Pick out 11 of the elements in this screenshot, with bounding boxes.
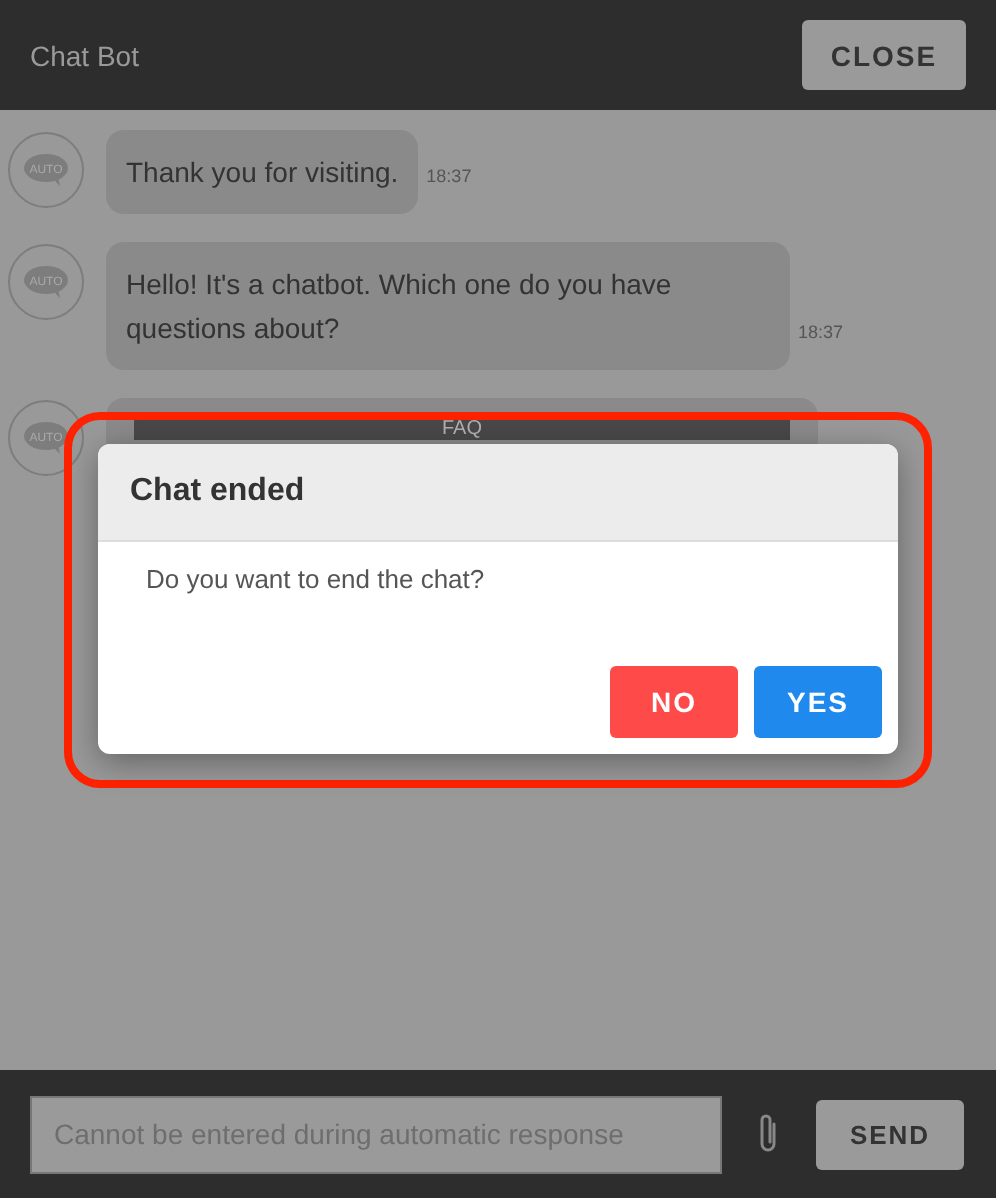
- message-time: 18:37: [426, 166, 472, 186]
- paperclip-icon[interactable]: [756, 1112, 780, 1156]
- message-text: Hello! It's a chatbot. Which one do you have questions about?: [106, 242, 790, 370]
- window-title: Chat Bot: [30, 39, 139, 71]
- message-time: 18:37: [798, 322, 844, 342]
- no-button[interactable]: NO: [610, 666, 738, 738]
- yes-button[interactable]: YES: [754, 666, 882, 738]
- dialog-message: Do you want to end the chat?: [144, 562, 487, 598]
- dialog-title: Chat ended: [130, 474, 305, 510]
- message-text: Thank you for visiting.: [106, 130, 419, 214]
- close-button[interactable]: CLOSE: [802, 20, 966, 90]
